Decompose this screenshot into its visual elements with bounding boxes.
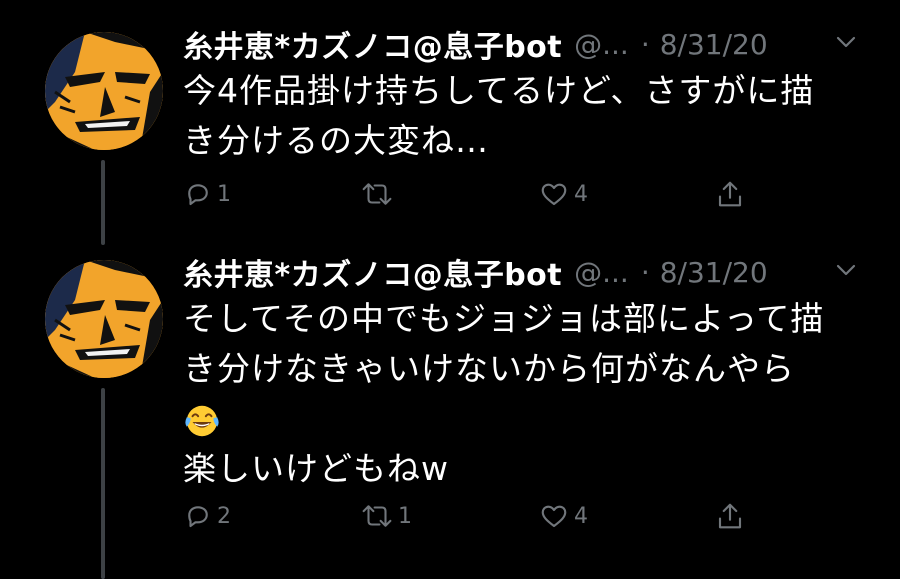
share-button[interactable]	[715, 174, 745, 214]
tweet-text-line: き分けるの大変ね…	[183, 121, 489, 160]
tweet-text: 今4作品掛け持ちしてるけど、さすがに描 き分けるの大変ね…	[183, 66, 873, 166]
separator-dot: ·	[640, 27, 650, 61]
share-button[interactable]	[715, 496, 745, 536]
reply-count: 1	[217, 181, 231, 207]
chevron-down-icon[interactable]	[834, 258, 858, 282]
like-icon	[541, 183, 567, 206]
like-button[interactable]: 4	[538, 496, 588, 536]
retweet-count: 1	[398, 503, 412, 529]
tweet-text-line: 楽しいけどもねw	[183, 449, 449, 488]
tweet-text-line: 今4作品掛け持ちしてるけど、さすがに描	[183, 71, 815, 110]
author-name[interactable]: 糸井恵*カズノコ@息子bot	[183, 22, 562, 66]
author-name[interactable]: 糸井恵*カズノコ@息子bot	[183, 250, 562, 294]
author-handle[interactable]: @...	[574, 256, 629, 289]
reply-icon	[188, 184, 208, 206]
tweet-header: 糸井恵*カズノコ@息子bot @... · 8/31/20	[183, 22, 768, 66]
retweet-button[interactable]	[360, 174, 398, 214]
tweet-actions: 2 1 4	[183, 496, 783, 536]
retweet-button[interactable]: 1	[360, 496, 412, 536]
share-icon	[718, 181, 742, 207]
like-count: 4	[574, 503, 588, 529]
like-icon	[541, 505, 567, 528]
retweet-icon	[362, 505, 392, 527]
avatar-illustration	[45, 32, 163, 150]
tweet[interactable]: 糸井恵*カズノコ@息子bot @... · 8/31/20 今4作品掛け持ちして…	[0, 22, 900, 222]
like-button[interactable]: 4	[538, 174, 588, 214]
tweet-text-line: き分けなきゃいけないから何がなんやら	[183, 349, 795, 388]
avatar[interactable]	[45, 260, 163, 378]
tweet-actions: 1 4	[183, 174, 783, 214]
tweet-text: そしてその中でもジョジョは部によって描 き分けなきゃいけないから何がなんやら 楽…	[183, 294, 873, 494]
share-icon	[718, 503, 742, 529]
like-count: 4	[574, 181, 588, 207]
tweet-header: 糸井恵*カズノコ@息子bot @... · 8/31/20	[183, 250, 768, 294]
reply-button[interactable]: 1	[183, 174, 231, 214]
avatar-illustration	[45, 260, 163, 378]
chevron-down-icon[interactable]	[834, 30, 858, 54]
tweet-emoji-line	[183, 394, 873, 444]
tweet-text-line: そしてその中でもジョジョは部によって描	[183, 299, 825, 338]
separator-dot: ·	[640, 255, 650, 289]
tweet-date[interactable]: 8/31/20	[660, 28, 768, 61]
face-with-tears-of-joy-icon	[185, 405, 219, 436]
avatar[interactable]	[45, 32, 163, 150]
author-handle[interactable]: @...	[574, 28, 629, 61]
reply-icon	[188, 506, 208, 528]
tweet[interactable]: 糸井恵*カズノコ@息子bot @... · 8/31/20 そしてその中でもジョ…	[0, 250, 900, 579]
reply-count: 2	[217, 503, 231, 529]
reply-button[interactable]: 2	[183, 496, 231, 536]
tweet-date[interactable]: 8/31/20	[660, 256, 768, 289]
retweet-icon	[362, 183, 392, 205]
